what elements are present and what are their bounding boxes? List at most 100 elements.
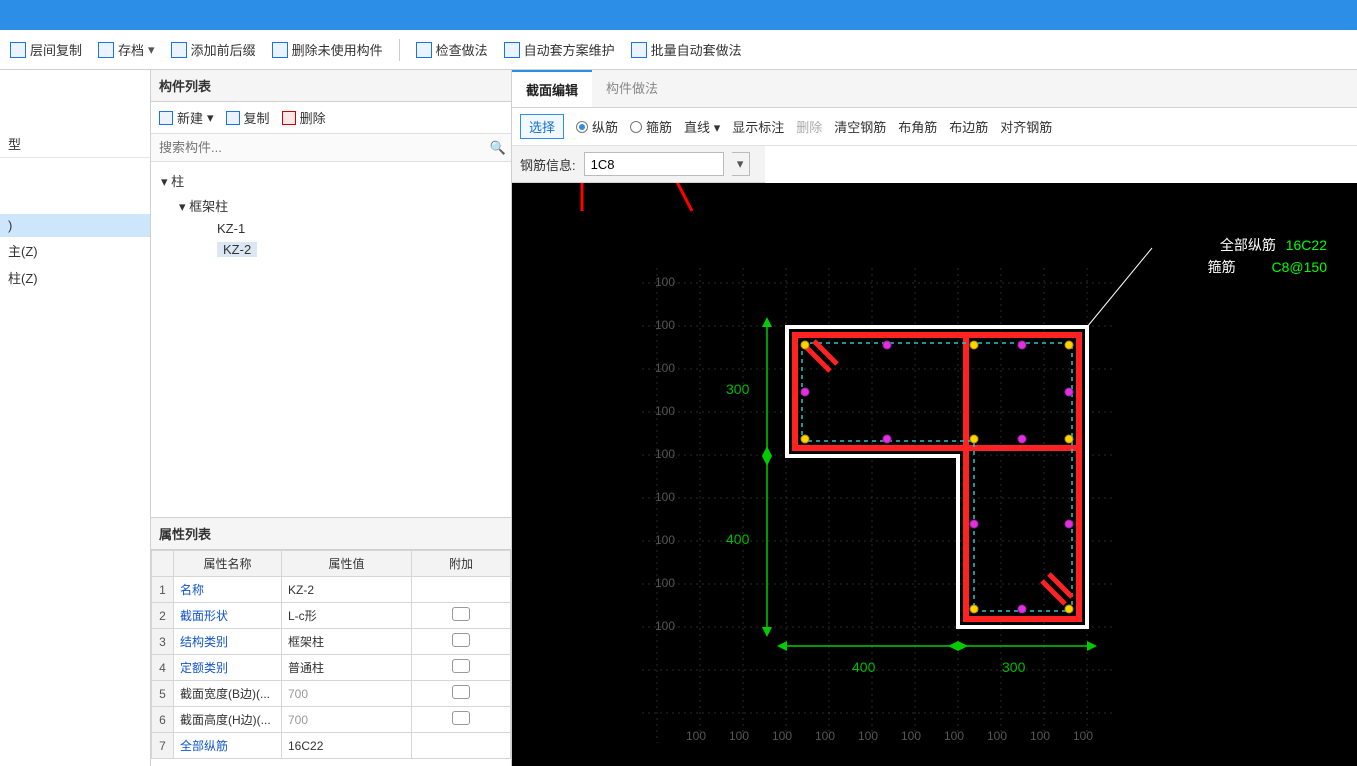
radio-off-icon — [630, 121, 642, 133]
toolbar-copy-floors[interactable]: 层间复制 — [10, 40, 82, 59]
tick: 100 — [655, 404, 675, 418]
prop-name: 结构类别 — [174, 629, 282, 655]
tab-method[interactable]: 构件做法 — [592, 70, 672, 107]
toolbar-check[interactable]: 检查做法 — [416, 40, 488, 59]
nav-item-1[interactable]: ) — [0, 214, 150, 237]
component-list-panel: 构件列表 新建▾ 复制 删除 🔍 ▾ 柱 ▾ 框架柱 KZ-1 KZ-2 — [151, 70, 512, 518]
rebar-info-input[interactable] — [584, 152, 724, 176]
tick: 100 — [655, 361, 675, 375]
table-row[interactable]: 3结构类别框架柱 — [152, 629, 511, 655]
prop-check[interactable] — [412, 629, 511, 655]
new-button[interactable]: 新建▾ — [159, 108, 214, 127]
section-toolbar: 选择 纵筋 箍筋 直线 ▾ 显示标注 删除 清空钢筋 布角筋 布边筋 对齐钢筋 — [512, 108, 1357, 146]
toolbar-auto-template[interactable]: 自动套方案维护 — [504, 40, 615, 59]
section-canvas[interactable]: 全部纵筋 16C22 箍筋 C8@150 — [512, 183, 1357, 766]
delete-button[interactable]: 删除 — [282, 108, 326, 127]
tick: 100 — [655, 576, 675, 590]
prop-check[interactable] — [412, 707, 511, 733]
table-row[interactable]: 5截面宽度(B边)(...700 — [152, 681, 511, 707]
prop-value[interactable]: KZ-2 — [282, 577, 412, 603]
toolbar-delete-unused[interactable]: 删除未使用构件 — [272, 40, 383, 59]
nav-panel: 型 ) 主(Z) 柱(Z) — [0, 70, 151, 766]
prop-value[interactable]: 700 — [282, 681, 412, 707]
nav-item-3[interactable]: 柱(Z) — [0, 264, 150, 291]
toolbar-archive[interactable]: 存档▾ — [98, 40, 155, 59]
table-row[interactable]: 6截面高度(H边)(...700 — [152, 707, 511, 733]
tree-root[interactable]: ▾ 柱 — [159, 168, 503, 193]
tree-sub[interactable]: ▾ 框架柱 — [159, 193, 503, 218]
tick: 100 — [815, 729, 835, 743]
radio-longitudinal[interactable]: 纵筋 — [576, 117, 618, 136]
toolbar-batch-auto[interactable]: 批量自动套做法 — [631, 40, 742, 59]
prop-value[interactable]: 普通柱 — [282, 655, 412, 681]
prop-check[interactable] — [412, 577, 511, 603]
delete-rebar-button[interactable]: 删除 — [796, 117, 822, 136]
new-icon — [159, 111, 173, 125]
prop-name: 截面宽度(B边)(... — [174, 681, 282, 707]
select-button[interactable]: 选择 — [520, 114, 564, 139]
search-input[interactable] — [151, 134, 485, 161]
clear-rebar-button[interactable]: 清空钢筋 — [834, 117, 886, 136]
copy-icon — [10, 42, 26, 58]
tick: 100 — [655, 318, 675, 332]
prop-check[interactable] — [412, 655, 511, 681]
copy-icon — [226, 111, 240, 125]
prop-check[interactable] — [412, 681, 511, 707]
arrow-annotation-1 — [562, 183, 602, 221]
tick: 100 — [655, 533, 675, 547]
prop-value[interactable]: 框架柱 — [282, 629, 412, 655]
straight-button[interactable]: 直线 ▾ — [684, 117, 720, 136]
type-header: 型 — [8, 134, 21, 153]
tick: 100 — [944, 729, 964, 743]
tick: 100 — [1030, 729, 1050, 743]
table-row[interactable]: 1名称KZ-2 — [152, 577, 511, 603]
table-row[interactable]: 4定额类别普通柱 — [152, 655, 511, 681]
dim-h1: 400 — [852, 659, 875, 675]
rebar-info-label: 钢筋信息: — [520, 155, 576, 174]
dim-v2: 400 — [726, 531, 749, 547]
tick: 100 — [987, 729, 1007, 743]
prop-name: 名称 — [174, 577, 282, 603]
tick: 100 — [858, 729, 878, 743]
tree-item-kz2[interactable]: KZ-2 — [159, 239, 503, 260]
radio-stirrup[interactable]: 箍筋 — [630, 117, 672, 136]
chevron-down-icon: ▾ — [148, 42, 155, 58]
delete-icon — [272, 42, 288, 58]
property-title: 属性列表 — [151, 518, 511, 550]
align-rebar-button[interactable]: 对齐钢筋 — [1000, 117, 1052, 136]
gear-icon — [504, 42, 520, 58]
tick: 100 — [655, 619, 675, 633]
table-row[interactable]: 2截面形状L-c形 — [152, 603, 511, 629]
check-icon — [416, 42, 432, 58]
component-list-title: 构件列表 — [151, 70, 511, 102]
edge-rebar-button[interactable]: 布边筋 — [949, 117, 988, 136]
rebar-info-row: 钢筋信息: ▾ — [512, 146, 765, 183]
corner-rebar-button[interactable]: 布角筋 — [898, 117, 937, 136]
tick: 100 — [1073, 729, 1093, 743]
prop-value[interactable]: L-c形 — [282, 603, 412, 629]
show-annot-button[interactable]: 显示标注 — [732, 117, 784, 136]
prop-check[interactable] — [412, 733, 511, 759]
toolbar-prefix[interactable]: 添加前后缀 — [171, 40, 256, 59]
prop-value[interactable]: 700 — [282, 707, 412, 733]
main-toolbar: 层间复制 存档▾ 添加前后缀 删除未使用构件 检查做法 自动套方案维护 批量自动… — [0, 30, 1357, 70]
prop-name: 定额类别 — [174, 655, 282, 681]
chevron-down-icon: ▾ — [207, 110, 214, 126]
rebar-info-dropdown[interactable]: ▾ — [732, 152, 750, 176]
prop-check[interactable] — [412, 603, 511, 629]
tab-section-edit[interactable]: 截面编辑 — [512, 70, 592, 107]
prop-name: 截面形状 — [174, 603, 282, 629]
nav-item-2[interactable]: 主(Z) — [0, 237, 150, 264]
prop-value[interactable]: 16C22 — [282, 733, 412, 759]
tick: 100 — [772, 729, 792, 743]
ribbon-bar — [0, 0, 1357, 30]
tree-item-kz1[interactable]: KZ-1 — [159, 218, 503, 239]
tick: 100 — [729, 729, 749, 743]
radio-on-icon — [576, 121, 588, 133]
tick: 100 — [655, 490, 675, 504]
archive-icon — [98, 42, 114, 58]
prop-name: 截面高度(H边)(... — [174, 707, 282, 733]
table-row[interactable]: 7全部纵筋16C22 — [152, 733, 511, 759]
copy-button[interactable]: 复制 — [226, 108, 270, 127]
search-icon[interactable]: 🔍 — [485, 140, 511, 156]
